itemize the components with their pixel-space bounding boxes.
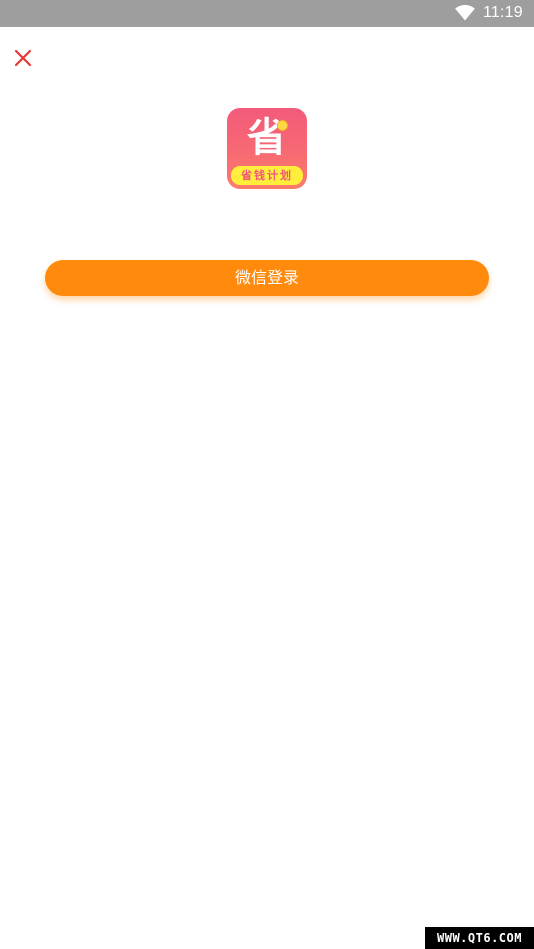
wechat-login-button[interactable]: 微信登录: [45, 260, 489, 296]
coin-icon: [277, 120, 288, 131]
status-time: 11:19: [483, 4, 523, 21]
close-icon: [14, 49, 32, 67]
wifi-icon: [455, 5, 475, 21]
status-bar: 11:19: [0, 0, 534, 27]
login-screen: 11:19 省 省钱计划 微信登录 WWW.QT6.COM: [0, 0, 534, 949]
close-button[interactable]: [12, 47, 34, 69]
app-logo: 省 省钱计划: [227, 108, 307, 189]
app-logo-char: 省: [247, 115, 287, 161]
app-logo-tagline: 省钱计划: [241, 169, 293, 182]
watermark: WWW.QT6.COM: [425, 927, 534, 949]
